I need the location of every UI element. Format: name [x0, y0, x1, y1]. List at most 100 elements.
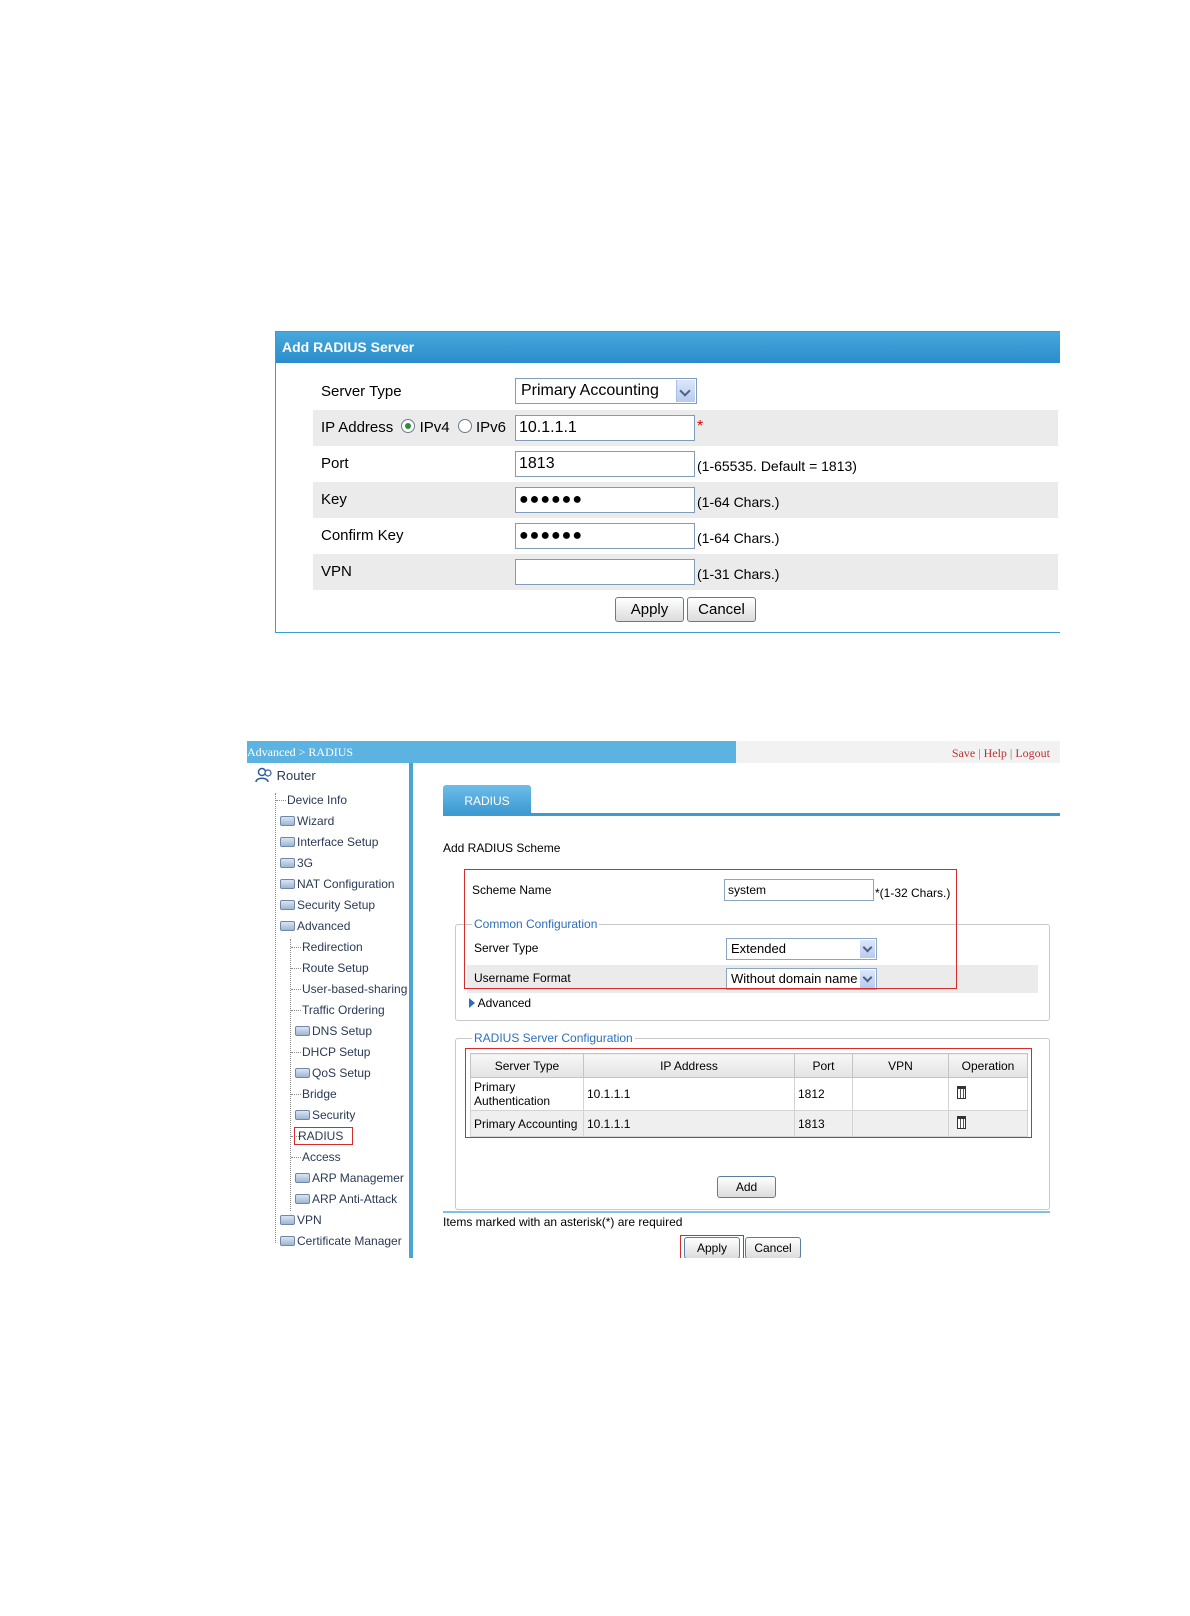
- folder-icon: [295, 1026, 310, 1036]
- top-bar-right: Save | Help | Logout: [736, 741, 1060, 763]
- tree-branch: [291, 1157, 301, 1158]
- sidebar-item-label: Interface Setup: [297, 835, 379, 849]
- save-link[interactable]: Save: [952, 746, 975, 760]
- tab-radius[interactable]: RADIUS: [443, 785, 531, 815]
- add-radius-server-dialog: Add RADIUS Server Server Type Primary Ac…: [275, 331, 1060, 633]
- sidebar-item-label: Bridge: [302, 1087, 337, 1101]
- add-button[interactable]: Add: [717, 1176, 776, 1198]
- dialog-title: Add RADIUS Server: [276, 332, 1060, 363]
- folder-icon: [295, 1110, 310, 1120]
- advanced-toggle[interactable]: Advanced: [469, 996, 531, 1010]
- sidebar-item-wizard[interactable]: Wizard: [280, 814, 334, 828]
- sidebar-item-dns-setup[interactable]: DNS Setup: [295, 1024, 372, 1038]
- sidebar-item-qos-setup[interactable]: QoS Setup: [295, 1066, 371, 1080]
- sidebar-item-label: DNS Setup: [312, 1024, 373, 1038]
- sidebar-item-access[interactable]: Access: [302, 1150, 341, 1164]
- server-type-label: Server Type: [321, 383, 402, 400]
- vpn-input[interactable]: [515, 559, 695, 585]
- main-content: RADIUS Add RADIUS Scheme Common Configur…: [443, 763, 1060, 1258]
- sidebar-item-route-setup[interactable]: Route Setup: [302, 961, 369, 975]
- sidebar-item-label: Device Info: [287, 793, 348, 807]
- sidebar-item-label: VPN: [297, 1213, 322, 1227]
- sidebar-item-label: Security: [312, 1108, 356, 1122]
- folder-icon: [295, 1068, 310, 1078]
- ip-address-text: IP Address: [321, 419, 394, 436]
- sidebar-item-traffic-ordering[interactable]: Traffic Ordering: [302, 1003, 385, 1017]
- sidebar-item-label: 3G: [297, 856, 314, 870]
- key-input[interactable]: ●●●●●●: [515, 487, 695, 513]
- folder-icon: [295, 1173, 310, 1183]
- sidebar-item-security-setup[interactable]: Security Setup: [280, 898, 375, 912]
- cancel-button[interactable]: Cancel: [687, 597, 756, 622]
- sidebar-item-vpn[interactable]: VPN: [280, 1213, 322, 1227]
- vpn-hint: (1-31 Chars.): [697, 566, 780, 582]
- port-input[interactable]: 1813: [515, 451, 695, 477]
- confirm-key-input[interactable]: ●●●●●●: [515, 523, 695, 549]
- confirm-key-row: Confirm Key ●●●●●● (1-64 Chars.): [313, 518, 1058, 554]
- sidebar-item-dhcp-setup[interactable]: DHCP Setup: [302, 1045, 370, 1059]
- tree-branch: [291, 968, 301, 969]
- sidebar-root-router[interactable]: Router: [255, 767, 316, 783]
- sidebar-item-label: Traffic Ordering: [302, 1003, 385, 1017]
- ipv4-label: IPv4: [419, 419, 450, 436]
- sidebar-item-device-info[interactable]: Device Info: [287, 793, 347, 807]
- folder-icon: [280, 858, 295, 868]
- radius-web-ui: Advanced > RADIUS Save | Help | Logout R…: [247, 741, 1060, 1258]
- sidebar-item-arp-anti-attack[interactable]: ARP Anti-Attack: [295, 1192, 397, 1206]
- tree-branch: [291, 947, 301, 948]
- highlight-box: [464, 869, 957, 989]
- ip-address-row: IP Address IPv4 IPv6 10.1.1.1 *: [313, 410, 1058, 446]
- key-row: Key ●●●●●● (1-64 Chars.): [313, 482, 1058, 518]
- sidebar-splitter[interactable]: [409, 763, 413, 1258]
- sidebar-item-bridge[interactable]: Bridge: [302, 1087, 337, 1101]
- tree-branch: [291, 1052, 301, 1053]
- top-links: Save | Help | Logout: [952, 741, 1050, 765]
- server-type-value: Primary Accounting: [521, 382, 659, 399]
- sidebar-item-label: Access: [302, 1150, 341, 1164]
- page-heading: Add RADIUS Scheme: [443, 841, 561, 855]
- help-link[interactable]: Help: [984, 746, 1007, 760]
- sidebar-item-nat-configuration[interactable]: NAT Configuration: [280, 877, 395, 891]
- sidebar-item-arp-management[interactable]: ARP Managemer: [295, 1171, 404, 1185]
- apply-button[interactable]: Apply: [684, 1237, 740, 1258]
- apply-button[interactable]: Apply: [615, 597, 684, 622]
- cancel-button[interactable]: Cancel: [745, 1237, 801, 1258]
- ip-address-input[interactable]: 10.1.1.1: [515, 415, 695, 441]
- key-hint: (1-64 Chars.): [697, 494, 780, 510]
- highlight-box: [465, 1048, 1032, 1138]
- divider: [443, 1211, 1050, 1213]
- chevron-down-icon[interactable]: [676, 380, 695, 402]
- sidebar-item-label: QoS Setup: [312, 1066, 371, 1080]
- sidebar-item-redirection[interactable]: Redirection: [302, 940, 363, 954]
- folder-icon: [280, 1236, 295, 1246]
- tree-branch: [291, 1010, 301, 1011]
- logout-link[interactable]: Logout: [1015, 746, 1050, 760]
- sidebar-item-security[interactable]: Security: [295, 1108, 355, 1122]
- ipv4-radio[interactable]: [401, 419, 416, 433]
- breadcrumb: Advanced > RADIUS: [247, 741, 736, 763]
- folder-icon: [280, 900, 295, 910]
- sidebar-item-label: Certificate Manager: [297, 1234, 402, 1248]
- sidebar-item-label: ARP Anti-Attack: [312, 1192, 398, 1206]
- server-type-row: Server Type Primary Accounting: [313, 374, 1058, 410]
- sidebar-item-user-based-sharing[interactable]: User-based-sharing: [302, 982, 407, 996]
- sidebar-item-certificate-manager[interactable]: Certificate Manager: [280, 1234, 402, 1248]
- tree-branch: [276, 800, 286, 801]
- tree-branch: [291, 989, 301, 990]
- folder-open-icon: [280, 921, 295, 931]
- folder-icon: [280, 816, 295, 826]
- sidebar-item-label: Security Setup: [297, 898, 376, 912]
- ipv6-radio[interactable]: [457, 419, 472, 433]
- ip-address-label: IP Address IPv4 IPv6: [321, 410, 506, 446]
- confirm-key-hint: (1-64 Chars.): [697, 530, 780, 546]
- sidebar-item-3g[interactable]: 3G: [280, 856, 313, 870]
- tab-underline: [443, 813, 1060, 816]
- sidebar-item-interface-setup[interactable]: Interface Setup: [280, 835, 378, 849]
- port-hint: (1-65535. Default = 1813): [697, 458, 857, 474]
- link-separator: |: [1009, 746, 1013, 760]
- sidebar-item-label: User-based-sharing: [302, 982, 408, 996]
- server-type-select[interactable]: Primary Accounting: [515, 378, 697, 404]
- sidebar-item-radius[interactable]: RADIUS: [294, 1127, 354, 1145]
- sidebar-item-advanced[interactable]: Advanced: [280, 919, 350, 933]
- top-bar: Advanced > RADIUS Save | Help | Logout: [247, 741, 1060, 763]
